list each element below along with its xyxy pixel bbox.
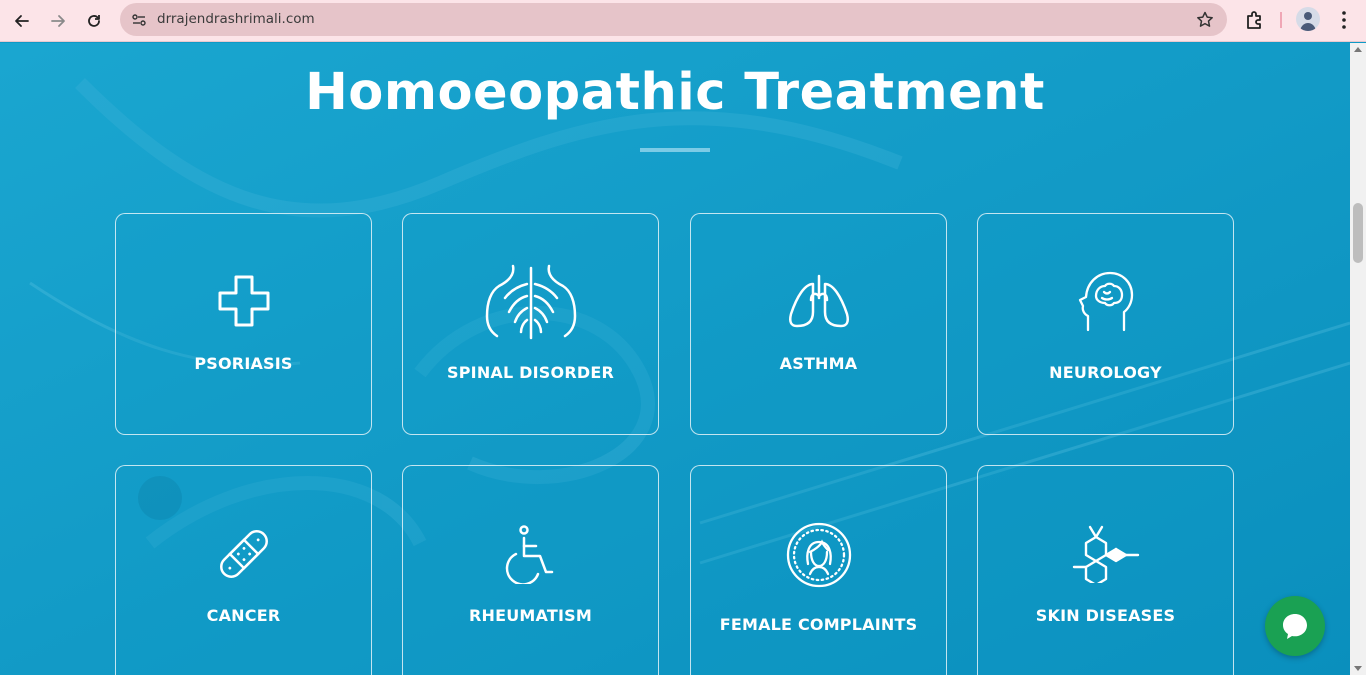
treatment-label: SKIN DISEASES [1035, 606, 1176, 625]
female-face-icon [786, 522, 851, 588]
scroll-thumb[interactable] [1353, 203, 1363, 263]
scroll-down-arrow-icon[interactable] [1354, 666, 1362, 671]
molecule-icon [1072, 525, 1139, 583]
page-viewport: Homoeopathic Treatment PSORIASIS SPINAL [0, 43, 1350, 675]
bookmark-star-icon[interactable] [1195, 10, 1215, 30]
treatment-label: CANCER [206, 606, 281, 625]
treatment-card-neurology[interactable]: NEUROLOGY [977, 213, 1234, 435]
lungs-icon [788, 274, 849, 328]
treatment-card-cancer[interactable]: CANCER [115, 465, 372, 675]
reload-button[interactable] [81, 8, 107, 34]
treatment-label: SPINAL DISORDER [447, 363, 614, 382]
extensions-icon[interactable] [1243, 8, 1267, 32]
treatment-card-asthma[interactable]: ASTHMA [690, 213, 947, 435]
bandage-icon [219, 530, 268, 578]
treatment-card-rheumatism[interactable]: RHEUMATISM [402, 465, 659, 675]
scroll-up-arrow-icon[interactable] [1354, 47, 1362, 52]
chat-widget-button[interactable] [1265, 596, 1325, 656]
address-bar[interactable]: drrajendrashrimali.com [120, 3, 1227, 36]
chat-bubble-icon [1283, 614, 1307, 639]
treatment-label: NEUROLOGY [1049, 363, 1162, 382]
wheelchair-icon [505, 525, 553, 584]
toolbar-divider [1280, 12, 1282, 28]
site-settings-icon[interactable] [130, 11, 148, 29]
reload-icon [88, 15, 100, 27]
spine-ribs-icon [485, 264, 576, 340]
treatment-label: FEMALE COMPLAINTS [719, 615, 918, 634]
treatment-card-spinal-disorder[interactable]: SPINAL DISORDER [402, 213, 659, 435]
section-title: Homoeopathic Treatment [305, 63, 1045, 122]
url-text[interactable]: drrajendrashrimali.com [157, 11, 315, 27]
back-icon [15, 15, 29, 27]
forward-icon [51, 15, 65, 27]
treatment-card-skin-diseases[interactable]: SKIN DISEASES [977, 465, 1234, 675]
page-scrollbar[interactable] [1350, 43, 1366, 675]
treatment-card-psoriasis[interactable]: PSORIASIS [115, 213, 372, 435]
browser-toolbar: drrajendrashrimali.com [0, 0, 1366, 42]
treatment-label: RHEUMATISM [468, 606, 592, 625]
treatment-card-female-complaints[interactable]: FEMALE COMPLAINTS [690, 465, 947, 675]
treatment-label: ASTHMA [779, 354, 858, 373]
treatment-label: PSORIASIS [194, 354, 293, 373]
medical-cross-icon [218, 275, 269, 327]
back-button[interactable] [9, 8, 35, 34]
more-menu-icon[interactable] [1332, 8, 1356, 32]
profile-avatar[interactable] [1296, 7, 1320, 31]
forward-button[interactable] [45, 8, 71, 34]
title-underline [640, 148, 710, 152]
brain-head-icon [1078, 271, 1133, 332]
